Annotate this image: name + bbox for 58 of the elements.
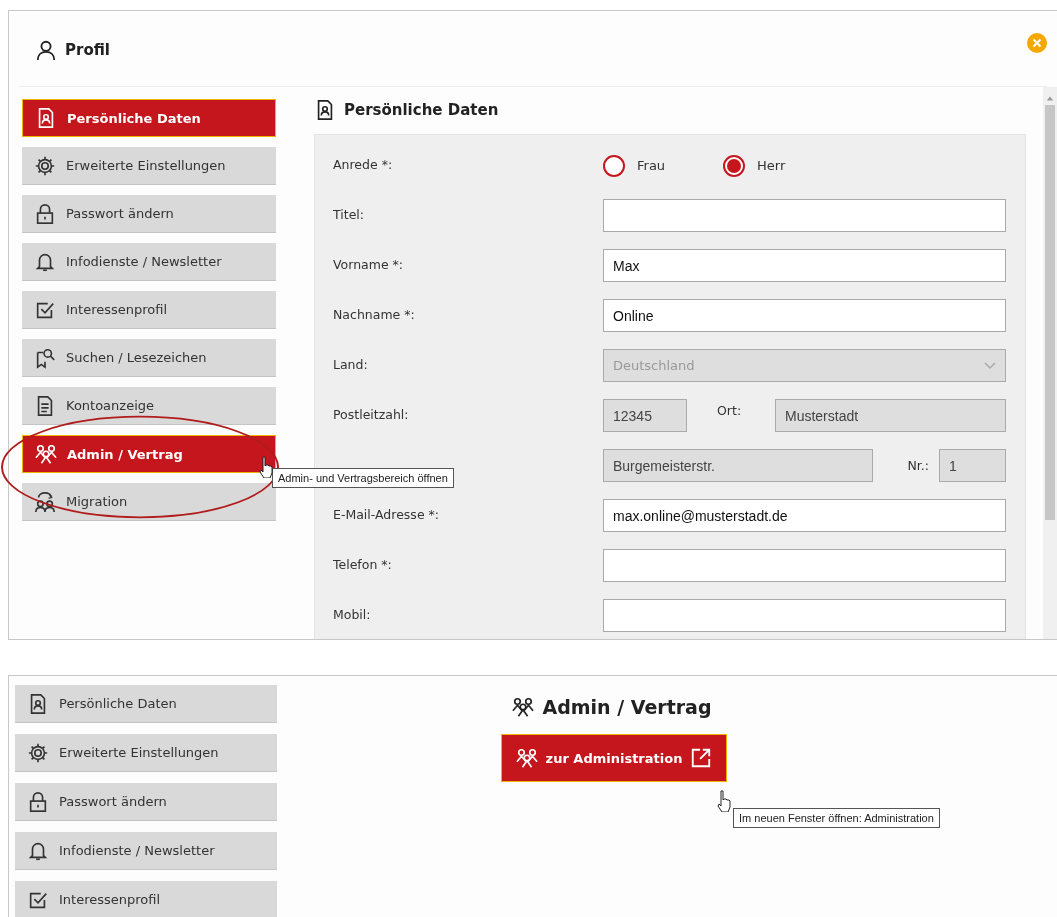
section-title: Persönliche Daten bbox=[344, 101, 499, 119]
tooltip: Admin- und Vertragsbereich öffnen bbox=[272, 468, 454, 488]
field-label: Telefon *: bbox=[333, 556, 393, 572]
sidebar-item[interactable]: Passwort ändern bbox=[15, 783, 277, 821]
tooltip: Im neuen Fenster öffnen: Administration bbox=[733, 808, 940, 828]
people-icon bbox=[515, 747, 538, 769]
field-label: Ort: bbox=[716, 402, 743, 418]
field-label: Titel: bbox=[333, 206, 365, 222]
sidebar-item[interactable]: Interessenprofil bbox=[15, 881, 277, 917]
window-title: Profil bbox=[65, 40, 111, 59]
field-label: Postleitzahl: bbox=[333, 406, 410, 422]
external-link-icon bbox=[690, 747, 713, 769]
close-icon[interactable] bbox=[1027, 33, 1047, 53]
field-label: Land: bbox=[333, 356, 369, 372]
user-icon bbox=[35, 38, 57, 61]
field-label: Nachname *: bbox=[333, 306, 416, 322]
input-field[interactable] bbox=[603, 199, 1006, 232]
input-field[interactable]: max.online@musterstadt.de bbox=[603, 499, 1006, 532]
search-bookmark-icon bbox=[34, 346, 56, 369]
field-label: Vorname *: bbox=[333, 256, 405, 272]
radio-button[interactable] bbox=[603, 154, 625, 177]
padlock-icon bbox=[27, 790, 49, 813]
input-field[interactable] bbox=[603, 549, 1006, 582]
scroll-up-icon[interactable] bbox=[1046, 95, 1054, 101]
gear-icon bbox=[34, 154, 56, 177]
field-label: E-Mail-Adresse *: bbox=[333, 506, 440, 522]
radio-label: Herr bbox=[757, 158, 786, 173]
sidebar-item[interactable]: Infodienste / Newsletter bbox=[22, 243, 276, 281]
field-label: Mobil: bbox=[333, 606, 372, 622]
chevron-down-icon bbox=[984, 361, 996, 370]
sidebar-item[interactable]: Persönliche Daten bbox=[22, 99, 276, 137]
field-label: Anrede *: bbox=[333, 156, 394, 172]
sidebar-item[interactable]: Interessenprofil bbox=[22, 291, 276, 329]
radio-button[interactable] bbox=[723, 154, 745, 177]
input-field[interactable] bbox=[603, 599, 1006, 632]
padlock-icon bbox=[34, 202, 56, 225]
people-arrow-icon bbox=[34, 490, 56, 513]
sidebar-item[interactable]: Suchen / Lesezeichen bbox=[22, 339, 276, 377]
scrollbar-thumb[interactable] bbox=[1045, 105, 1055, 520]
people-icon bbox=[512, 696, 535, 718]
sidebar-item[interactable]: Passwort ändern bbox=[22, 195, 276, 233]
section-title: Admin / Vertrag bbox=[542, 696, 712, 718]
sidebar-item[interactable]: Migration bbox=[22, 483, 276, 521]
sidebar-item[interactable]: Erweiterte Einstellungen bbox=[15, 734, 277, 772]
radio-label: Frau bbox=[637, 158, 666, 173]
gear-icon bbox=[27, 741, 49, 764]
hand-cursor-icon bbox=[716, 790, 732, 812]
sidebar-item[interactable]: Persönliche Daten bbox=[15, 685, 277, 723]
hand-cursor-icon bbox=[258, 456, 274, 478]
input-field[interactable]: Max bbox=[603, 249, 1006, 282]
people-icon bbox=[35, 443, 57, 465]
administration-button[interactable]: zur Administration bbox=[500, 734, 728, 782]
sidebar-item[interactable]: Erweiterte Einstellungen bbox=[22, 147, 276, 185]
sidebar-item[interactable]: Kontoanzeige bbox=[22, 387, 276, 425]
field-label: Nr.: bbox=[906, 458, 929, 473]
input-field[interactable]: Online bbox=[603, 299, 1006, 332]
sidebar-item[interactable]: Admin / Vertrag bbox=[22, 435, 276, 473]
sidebar-item[interactable]: Infodienste / Newsletter bbox=[15, 832, 277, 870]
